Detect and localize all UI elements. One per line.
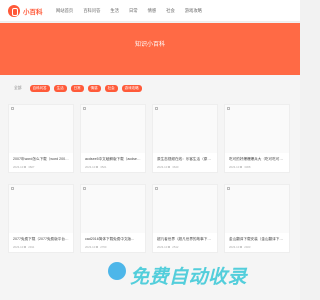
article-meta: 2023-10 2403: [225, 242, 289, 252]
article-views: 3640: [172, 165, 179, 169]
main-nav: 网站首页 百科问答 生活 日常 情感 社会 游戏攻略: [56, 8, 202, 14]
article-title[interactable]: cad2016简体下载免费中文版...: [81, 233, 145, 242]
article-card[interactable]: 吃可的好爆爆爆兵大（吃可吃可爆兵什么最... 2023-10 3308: [224, 104, 290, 173]
article-date: 2023-10: [13, 165, 24, 169]
filter-label[interactable]: 全部: [14, 86, 22, 91]
nav-item-games[interactable]: 游戏攻略: [185, 8, 202, 14]
article-views: 2760: [100, 245, 107, 249]
article-card[interactable]: cad2016简体下载免费中文版... 2023-10 2760: [80, 184, 146, 253]
article-meta: 2023-10 3640: [153, 162, 217, 172]
nav-item-qa[interactable]: 百科问答: [83, 8, 100, 14]
broken-image-icon: [83, 107, 86, 110]
article-card[interactable]: 2077免费下载（2077免费版平台盒子） 2023-10 2911: [8, 184, 74, 253]
nav-item-daily[interactable]: 日常: [129, 8, 138, 14]
filter-tag-qa[interactable]: 百科问答: [29, 84, 50, 93]
views-icon: [168, 166, 171, 169]
broken-image-icon: [155, 187, 158, 190]
article-date: 2023-10: [157, 165, 168, 169]
article-card[interactable]: 2007年word怎么下载（word 2007... 2023-10 3827: [8, 104, 74, 173]
article-title[interactable]: 吃可的好爆爆爆兵大（吃可吃可爆兵什么最...: [225, 153, 289, 162]
top-navigation-bar: 小百科 网站首页 百科问答 生活 日常 情感 社会 游戏攻略: [0, 0, 300, 22]
hero-banner: 知识小百科: [0, 23, 300, 75]
watermark-logo-icon: [108, 262, 126, 280]
article-card[interactable]: 原生态视频在线：乐客生活（原生态视频... 2023-10 3640: [152, 104, 218, 173]
category-filter: 全部 百科问答 生活 日常 情感 社会 游戏攻略: [8, 81, 292, 96]
views-icon: [240, 246, 243, 249]
filter-tag-daily[interactable]: 日常: [70, 84, 84, 93]
nav-item-home[interactable]: 网站首页: [56, 8, 73, 14]
filter-tag-society[interactable]: 社会: [104, 84, 118, 93]
article-title[interactable]: acdsee5中文破解版下载（acdsee...: [81, 153, 145, 162]
article-thumbnail[interactable]: [225, 105, 289, 153]
article-meta: 2023-10 3308: [225, 162, 289, 172]
article-card[interactable]: 金山翻译下载安装（金山翻译下载官网... 2023-10 2403: [224, 184, 290, 253]
article-meta: 2023-10 2911: [9, 242, 73, 252]
views-icon: [168, 246, 171, 249]
article-meta: 2023-10 3521: [81, 162, 145, 172]
article-thumbnail[interactable]: [81, 185, 145, 233]
article-thumbnail[interactable]: [81, 105, 145, 153]
broken-image-icon: [11, 187, 14, 190]
article-meta: 2023-10 3827: [9, 162, 73, 172]
nav-item-society[interactable]: 社会: [166, 8, 175, 14]
article-date: 2023-10: [157, 245, 168, 249]
article-views: 2403: [244, 245, 251, 249]
nav-item-life[interactable]: 生活: [110, 8, 119, 14]
views-icon: [96, 246, 99, 249]
banner-title: 知识小百科: [134, 42, 165, 48]
article-meta: 2023-10 2512: [153, 242, 217, 252]
article-date: 2023-10: [13, 245, 24, 249]
article-card[interactable]: 超凡者世界（超凡世界的故事下载） 2023-10 2512: [152, 184, 218, 253]
filter-tag-life[interactable]: 生活: [53, 84, 67, 93]
article-date: 2023-10: [229, 165, 240, 169]
article-title[interactable]: 2077免费下载（2077免费版平台盒子）: [9, 233, 73, 242]
nav-item-emotion[interactable]: 情感: [148, 8, 157, 14]
article-card[interactable]: acdsee5中文破解版下载（acdsee... 2023-10 3521: [80, 104, 146, 173]
broken-image-icon: [11, 107, 14, 110]
site-logo-icon[interactable]: [8, 5, 20, 17]
article-thumbnail[interactable]: [9, 185, 73, 233]
watermark-text: 免费自动收录: [130, 267, 248, 288]
broken-image-icon: [227, 107, 230, 110]
article-date: 2023-10: [85, 245, 96, 249]
article-title[interactable]: 原生态视频在线：乐客生活（原生态视频...: [153, 153, 217, 162]
broken-image-icon: [83, 187, 86, 190]
article-title[interactable]: 超凡者世界（超凡世界的故事下载）: [153, 233, 217, 242]
filter-tag-emotion[interactable]: 情感: [87, 84, 101, 93]
views-icon: [24, 166, 27, 169]
article-thumbnail[interactable]: [9, 105, 73, 153]
article-views: 3827: [28, 165, 35, 169]
article-title[interactable]: 2007年word怎么下载（word 2007...: [9, 153, 73, 162]
article-title[interactable]: 金山翻译下载安装（金山翻译下载官网...: [225, 233, 289, 242]
article-thumbnail[interactable]: [153, 185, 217, 233]
views-icon: [24, 246, 27, 249]
broken-image-icon: [155, 107, 158, 110]
filter-tag-games[interactable]: 游戏攻略: [121, 84, 142, 93]
views-icon: [96, 166, 99, 169]
broken-image-icon: [227, 187, 230, 190]
article-thumbnail[interactable]: [153, 105, 217, 153]
article-thumbnail[interactable]: [225, 185, 289, 233]
article-views: 2911: [28, 245, 35, 249]
article-views: 2512: [172, 245, 179, 249]
views-icon: [240, 166, 243, 169]
article-views: 3308: [244, 165, 251, 169]
article-date: 2023-10: [85, 165, 96, 169]
article-views: 3521: [100, 165, 107, 169]
article-meta: 2023-10 2760: [81, 242, 145, 252]
site-brand[interactable]: 小百科: [23, 6, 43, 16]
article-date: 2023-10: [229, 245, 240, 249]
